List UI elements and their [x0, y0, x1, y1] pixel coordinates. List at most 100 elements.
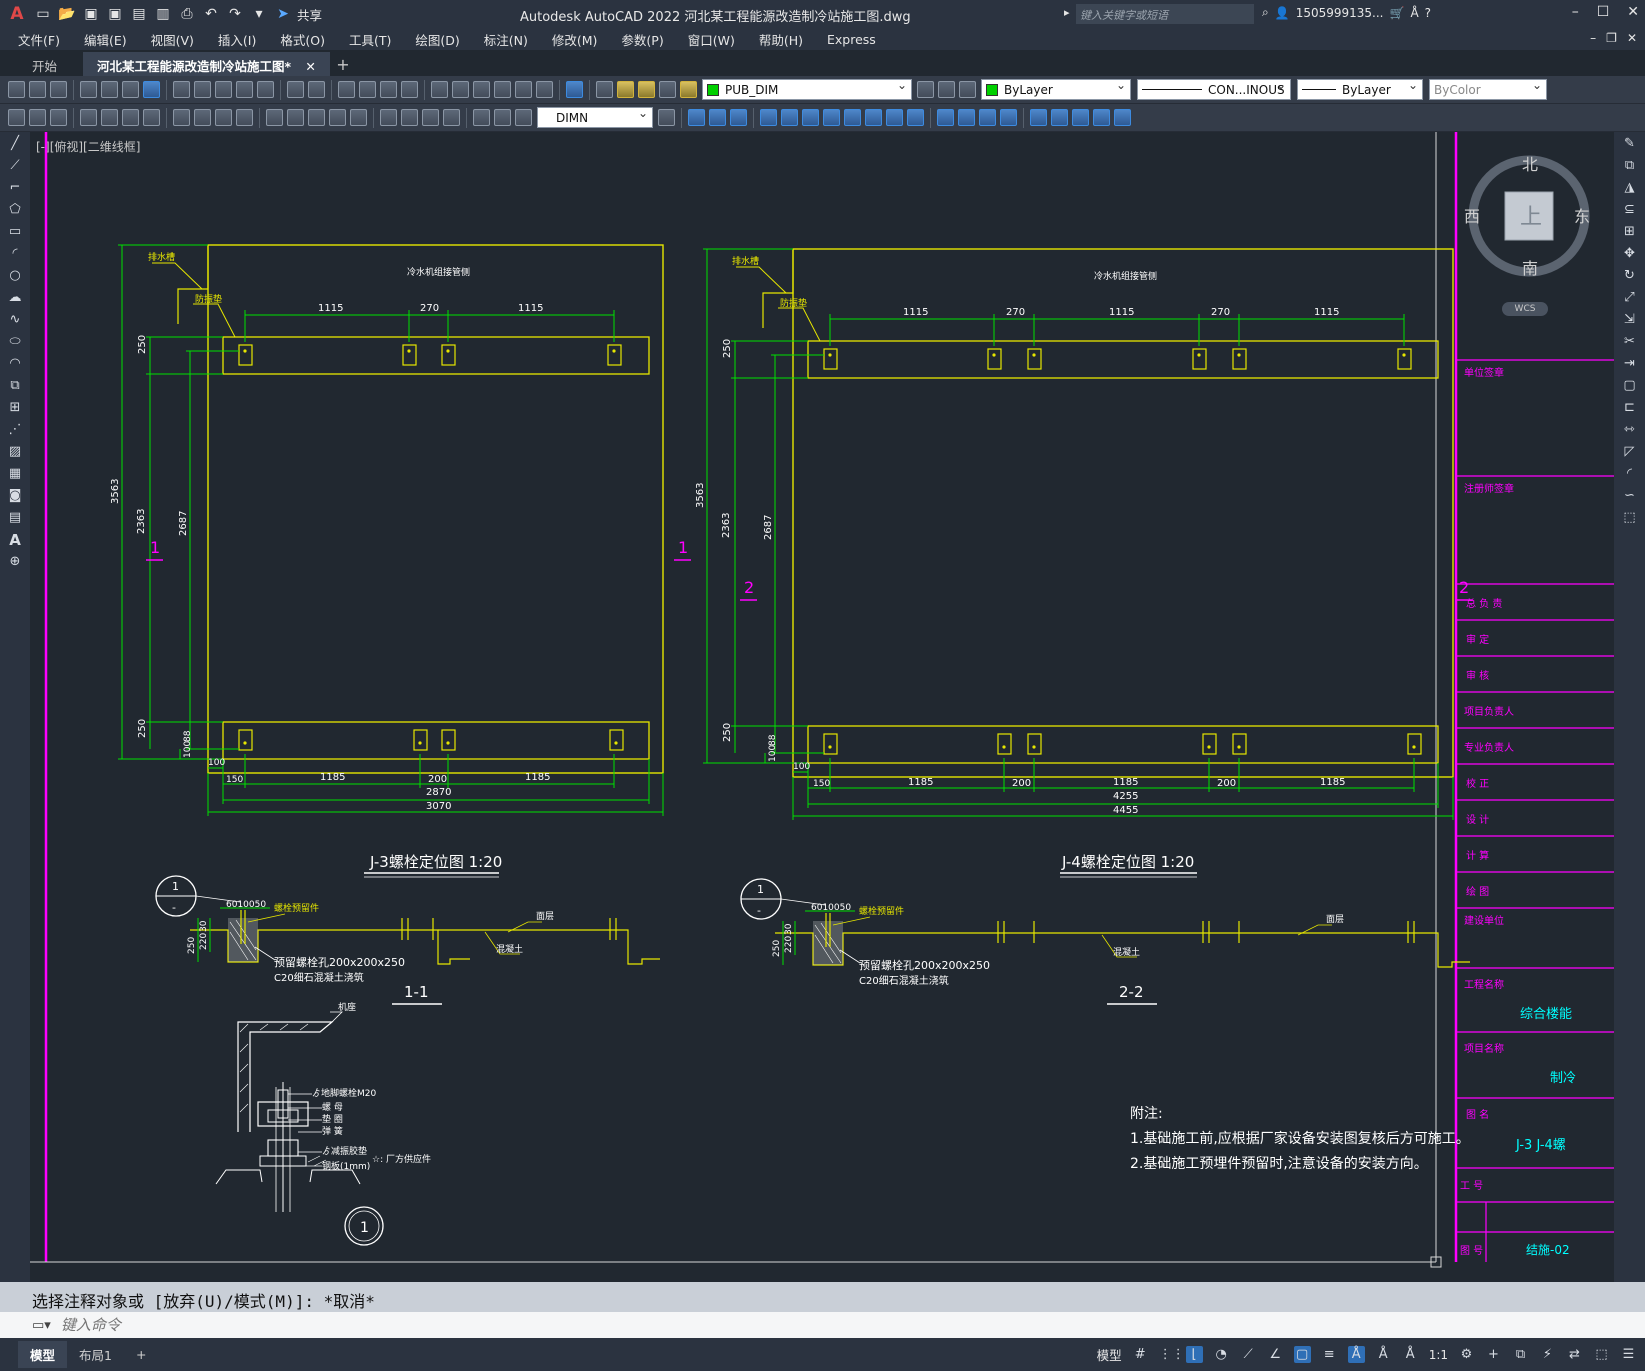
- web-icon[interactable]: [143, 81, 160, 98]
- export-icon[interactable]: ▥: [154, 5, 172, 23]
- layer-previous-icon[interactable]: [938, 81, 955, 98]
- join-icon[interactable]: ⇿: [1621, 421, 1639, 439]
- share-icon[interactable]: ➤: [274, 5, 292, 23]
- revcloud-icon[interactable]: ☁: [6, 289, 24, 307]
- extend-icon[interactable]: ⇥: [1621, 355, 1639, 373]
- construction-line-icon[interactable]: ⟋: [6, 157, 24, 175]
- leaders-front-icon[interactable]: [886, 109, 903, 126]
- continue-dim-icon[interactable]: [308, 109, 325, 126]
- inspection-icon[interactable]: [422, 109, 439, 126]
- user-area[interactable]: ⌕ 👤 1505999135... 🛒 Å ?: [1262, 5, 1431, 20]
- layer-freeze-icon[interactable]: [638, 81, 655, 98]
- polar-icon[interactable]: ◔: [1213, 1346, 1230, 1363]
- dim-text-edit-icon[interactable]: [494, 109, 511, 126]
- rotate-icon[interactable]: ↻: [1621, 267, 1639, 285]
- spline-icon[interactable]: ∿: [6, 311, 24, 329]
- copy-icon[interactable]: [194, 81, 211, 98]
- center-mark-icon[interactable]: [401, 109, 418, 126]
- layer-dropdown[interactable]: PUB_DIM: [702, 78, 912, 100]
- jogged-linear-icon[interactable]: [443, 109, 460, 126]
- user-icon[interactable]: 👤: [1275, 6, 1290, 20]
- calculator-icon[interactable]: [536, 81, 553, 98]
- help-icon[interactable]: [566, 81, 583, 98]
- tab-drawing[interactable]: 河北某工程能源改造制冷站施工图* ✕: [83, 52, 330, 76]
- erase-icon[interactable]: ✎: [1621, 135, 1639, 153]
- viewcube-south[interactable]: 南: [1522, 259, 1538, 278]
- trim-icon[interactable]: ✂: [1621, 333, 1639, 351]
- dimstyle-dropdown[interactable]: DIMN: [537, 106, 653, 128]
- search-expand-icon[interactable]: ▸: [1064, 6, 1070, 19]
- add-layout-button[interactable]: +: [124, 1343, 158, 1366]
- menu-parametric[interactable]: 参数(P): [621, 30, 663, 49]
- ortho-icon[interactable]: ⌊: [1185, 1346, 1203, 1363]
- save-icon[interactable]: [50, 81, 67, 98]
- annotation-autoscale-icon[interactable]: Å: [1375, 1346, 1392, 1363]
- draworder-back-icon[interactable]: [781, 109, 798, 126]
- layer-properties-icon[interactable]: [596, 81, 613, 98]
- layer-viewport-icon[interactable]: [659, 81, 676, 98]
- radius-dim-icon[interactable]: [173, 109, 190, 126]
- make-current-layer-icon[interactable]: [917, 81, 934, 98]
- maximize-button[interactable]: ☐: [1597, 4, 1610, 20]
- command-prompt-icon[interactable]: ▭▾: [32, 1318, 51, 1333]
- tolerance-icon[interactable]: [380, 109, 397, 126]
- mirror-icon[interactable]: ◮: [1621, 179, 1639, 197]
- help-icon[interactable]: ?: [1425, 6, 1431, 20]
- fillet-icon[interactable]: ◜: [1621, 465, 1639, 483]
- workspace-gear-icon[interactable]: ⚙: [1458, 1346, 1475, 1363]
- menu-help[interactable]: 帮助(H): [759, 30, 803, 49]
- arc-icon[interactable]: ◜: [6, 245, 24, 263]
- publish-icon[interactable]: ▤: [130, 5, 148, 23]
- tool-palette-icon[interactable]: [473, 81, 490, 98]
- region-icon[interactable]: ◙: [6, 487, 24, 505]
- aligned-dim-icon[interactable]: [101, 109, 118, 126]
- close-button[interactable]: ✕: [1627, 4, 1639, 20]
- clean-screen-icon[interactable]: ⬚: [1593, 1346, 1610, 1363]
- layer-on-icon[interactable]: [617, 81, 634, 98]
- doc-minimize-button[interactable]: –: [1590, 31, 1596, 45]
- units-icon[interactable]: ⇄: [1566, 1346, 1583, 1363]
- redo-icon[interactable]: [308, 81, 325, 98]
- add-selected-icon[interactable]: ⊕: [6, 553, 24, 571]
- isometric-icon[interactable]: ⟋: [1240, 1346, 1257, 1363]
- isolate-layer-icon[interactable]: [1000, 109, 1017, 126]
- menu-modify[interactable]: 修改(M): [552, 30, 598, 49]
- undo-icon[interactable]: [287, 81, 304, 98]
- save-as-icon[interactable]: ▣: [106, 5, 124, 23]
- text-style-icon[interactable]: [29, 109, 46, 126]
- zoom-window-icon[interactable]: [380, 81, 397, 98]
- grid-icon[interactable]: #: [1132, 1346, 1149, 1363]
- annotation-visibility-icon[interactable]: Å: [1347, 1346, 1365, 1363]
- scale-icon[interactable]: ⤢: [1621, 289, 1639, 307]
- hide-icon[interactable]: [958, 109, 975, 126]
- object-snap-icon[interactable]: ▢: [1293, 1346, 1311, 1363]
- open-file-icon[interactable]: 📂: [58, 5, 76, 23]
- baseline-dim-icon[interactable]: [287, 109, 304, 126]
- ordinate-dim-icon[interactable]: [143, 109, 160, 126]
- new-icon[interactable]: [8, 81, 25, 98]
- draworder-above-icon[interactable]: [802, 109, 819, 126]
- lineweight-icon[interactable]: ≡: [1321, 1346, 1338, 1363]
- copy-icon[interactable]: ⧉: [1621, 157, 1639, 175]
- customization-icon[interactable]: ☰: [1620, 1346, 1637, 1363]
- frame-icon[interactable]: [1114, 109, 1131, 126]
- ellipse-icon[interactable]: ⬭: [6, 333, 24, 351]
- user-name[interactable]: 1505999135...: [1296, 6, 1384, 20]
- dim-space-icon[interactable]: [329, 109, 346, 126]
- dim-style-icon[interactable]: [8, 109, 25, 126]
- break-icon[interactable]: ⊏: [1621, 399, 1639, 417]
- insert-block-icon[interactable]: ⧉: [6, 377, 24, 395]
- save-icon[interactable]: ▣: [82, 5, 100, 23]
- search-input[interactable]: 键入关键字或短语: [1076, 4, 1254, 24]
- gradient-icon[interactable]: ▦: [6, 465, 24, 483]
- publish-icon[interactable]: [122, 81, 139, 98]
- snap-icon[interactable]: ⋮⋮: [1159, 1346, 1185, 1363]
- annotation-scale-value[interactable]: 1:1: [1429, 1348, 1448, 1362]
- paste-icon[interactable]: [215, 81, 232, 98]
- tab-close-icon[interactable]: ✕: [305, 59, 315, 74]
- polyline-icon[interactable]: ⌐: [6, 179, 24, 197]
- command-input[interactable]: [60, 1316, 661, 1334]
- design-center-icon[interactable]: [452, 81, 469, 98]
- polygon-icon[interactable]: ⬠: [6, 201, 24, 219]
- menu-express[interactable]: Express: [827, 32, 876, 47]
